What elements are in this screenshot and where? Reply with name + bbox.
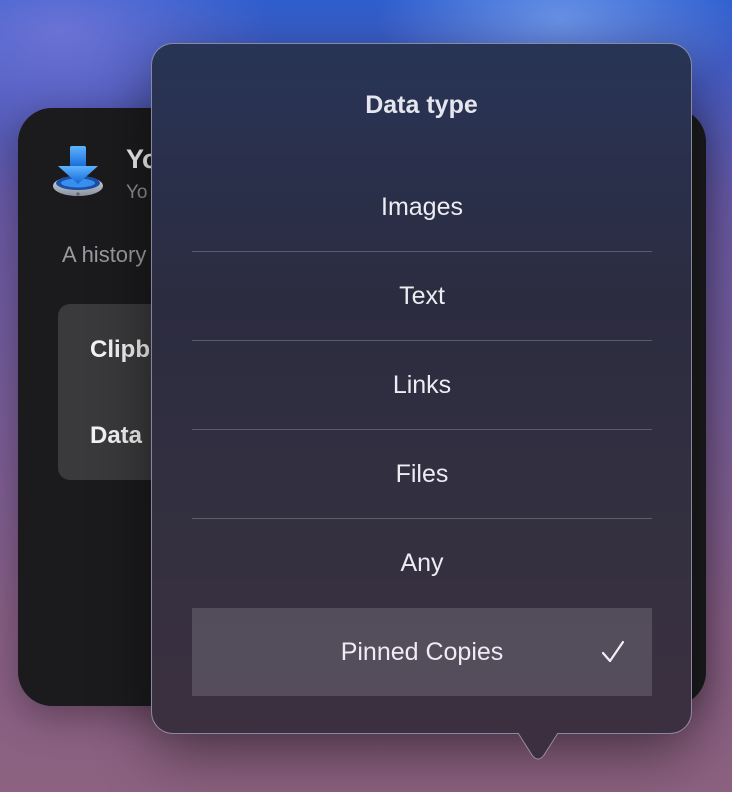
menu-item-files[interactable]: Files bbox=[192, 430, 652, 519]
setting-data-type-label[interactable]: Data bbox=[90, 422, 142, 450]
menu-item-links[interactable]: Links bbox=[192, 341, 652, 430]
data-type-menu: Images Text Links Files Any Pinned Copie… bbox=[192, 163, 652, 696]
menu-item-label: Files bbox=[395, 459, 449, 488]
widget-description: A history bbox=[62, 242, 147, 267]
menu-item-any[interactable]: Any bbox=[192, 519, 652, 608]
download-tray-icon bbox=[50, 144, 106, 200]
data-type-popover: Data type Images Text Links Files Any Pi… bbox=[151, 43, 692, 734]
menu-item-label: Links bbox=[392, 370, 452, 399]
popover-title: Data type bbox=[365, 91, 478, 119]
menu-item-label: Text bbox=[399, 281, 445, 310]
menu-item-label: Pinned Copies bbox=[340, 637, 504, 666]
popover-arrow bbox=[517, 732, 559, 763]
menu-item-text[interactable]: Text bbox=[192, 252, 652, 341]
menu-item-images[interactable]: Images bbox=[192, 163, 652, 252]
setting-clipboard-label[interactable]: Clipb bbox=[90, 336, 150, 364]
checkmark-icon bbox=[600, 639, 626, 665]
menu-item-label: Images bbox=[381, 192, 463, 221]
menu-item-label: Any bbox=[400, 549, 444, 577]
menu-item-pinned-copies[interactable]: Pinned Copies bbox=[192, 608, 652, 696]
widget-subtitle: Yo bbox=[126, 182, 148, 203]
